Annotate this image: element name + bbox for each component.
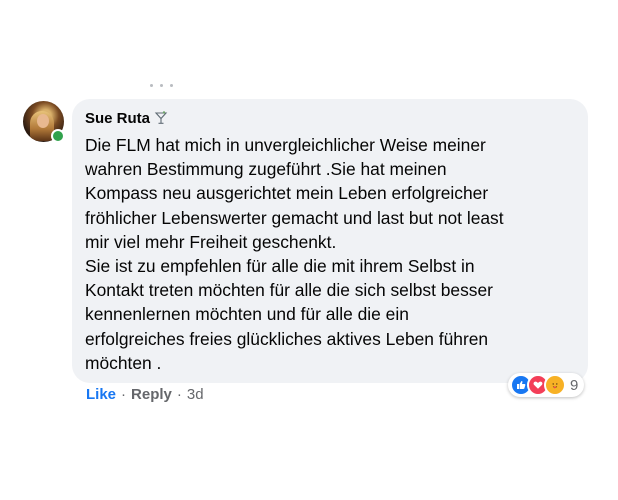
reactions-summary[interactable]: 9 xyxy=(508,373,585,397)
online-status-dot xyxy=(51,129,65,143)
comment-actions: Like · Reply · 3d xyxy=(86,386,204,403)
comment-text: Die FLM hat mich in unvergleichlicher We… xyxy=(85,135,504,373)
like-button[interactable]: Like xyxy=(86,386,116,403)
action-separator: · xyxy=(121,386,127,403)
reply-button[interactable]: Reply xyxy=(131,386,172,403)
cocktail-glass-icon xyxy=(154,111,168,125)
action-separator: · xyxy=(176,386,182,403)
care-reaction-icon xyxy=(544,374,566,396)
author-row: Sue Ruta xyxy=(85,107,576,129)
author-name[interactable]: Sue Ruta xyxy=(85,110,150,127)
comment-bubble: Sue Ruta Die FLM hat mich in unvergleich… xyxy=(72,99,588,383)
avatar-face xyxy=(37,114,49,128)
collapsed-thread-indicator xyxy=(150,82,174,88)
comment-screenshot: Sue Ruta Die FLM hat mich in unvergleich… xyxy=(0,0,618,500)
comment-timestamp[interactable]: 3d xyxy=(187,386,204,403)
reaction-count: 9 xyxy=(570,376,579,394)
